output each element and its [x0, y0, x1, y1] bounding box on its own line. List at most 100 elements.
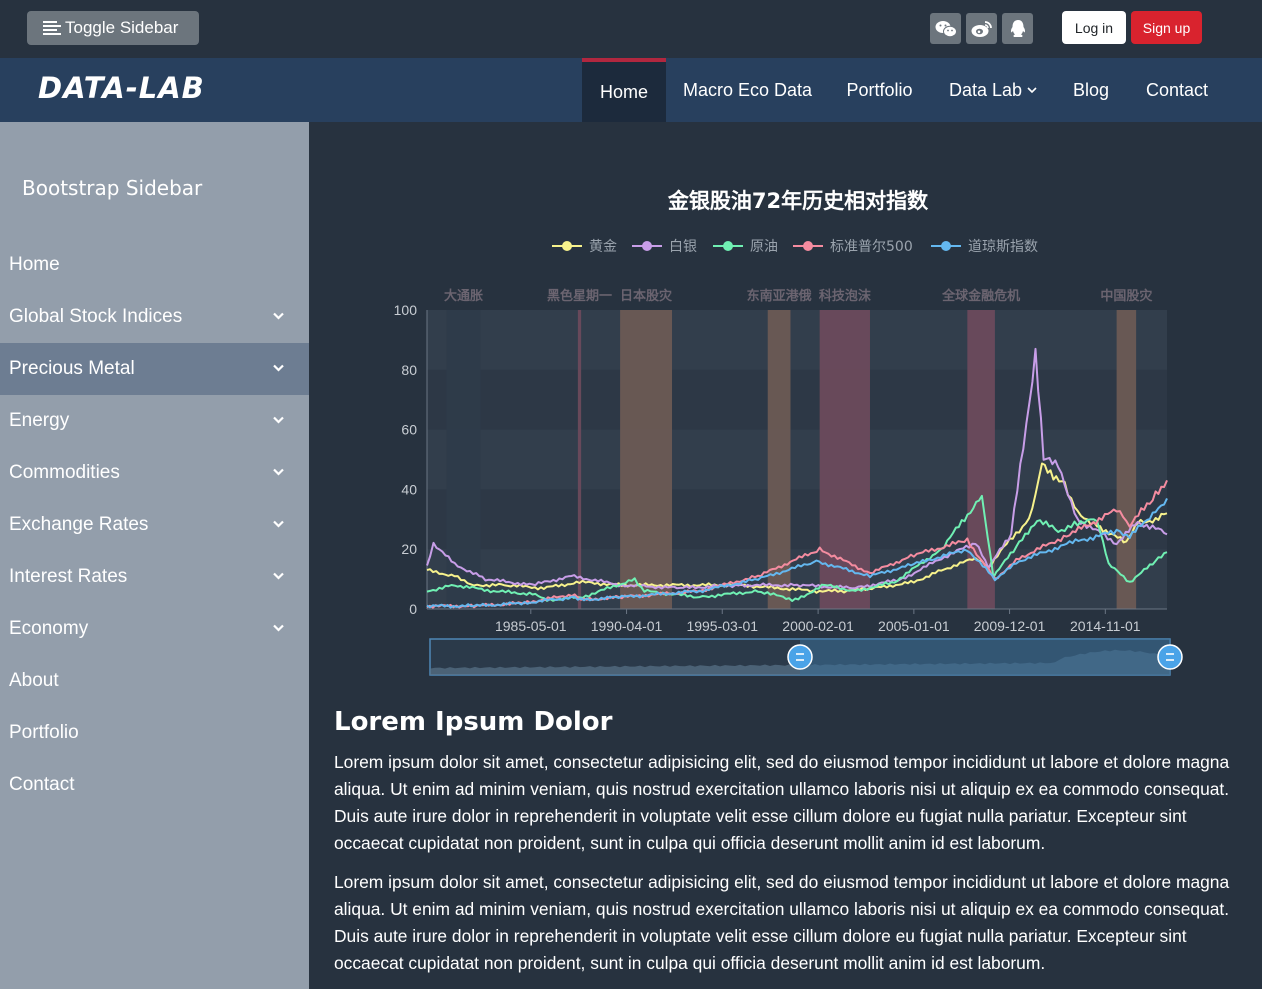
sidebar-item-commodities[interactable]: Commodities	[0, 447, 309, 499]
main-navbar: DATA-LAB Home Macro Eco Data Portfolio D…	[0, 58, 1262, 122]
zoom-selection	[800, 639, 1170, 675]
chevron-down-icon	[273, 364, 284, 372]
legend-label: 标准普尔500	[830, 239, 913, 255]
sidebar-item-label: Global Stock Indices	[9, 306, 183, 327]
plot-band	[427, 429, 1167, 490]
menu-icon	[43, 20, 61, 36]
x-tick-label: 2014-11-01	[1070, 618, 1141, 634]
y-tick-label: 0	[409, 601, 417, 617]
event-label: 黑色星期一	[547, 288, 612, 304]
weibo-button[interactable]	[966, 13, 997, 44]
zoom-handle-right[interactable]	[1157, 644, 1183, 670]
chevron-down-icon	[273, 312, 284, 320]
chevron-down-icon	[273, 468, 284, 476]
y-tick-label: 20	[401, 541, 417, 557]
chevron-down-icon	[273, 572, 284, 580]
legend-item: 标准普尔500	[793, 239, 913, 255]
event-label: 全球金融危机	[941, 288, 1020, 304]
chevron-down-icon	[273, 624, 284, 632]
sidebar-title: Bootstrap Sidebar	[22, 176, 203, 200]
event-label: 大通胀	[444, 288, 483, 304]
handle-knob	[1157, 644, 1183, 670]
sidebar: Bootstrap Sidebar Home Global Stock Indic…	[0, 122, 309, 989]
content-title: Lorem Ipsum Dolor	[334, 707, 613, 737]
legend-marker	[803, 241, 813, 251]
nav-macro-eco-data[interactable]: Macro Eco Data	[669, 58, 826, 122]
event-label: 中国股灾	[1100, 288, 1153, 304]
sidebar-item-label: Energy	[9, 410, 70, 431]
legend-label: 原油	[750, 239, 778, 255]
y-tick-label: 80	[401, 362, 417, 378]
chevron-down-icon	[273, 416, 284, 424]
handle-knob	[787, 644, 813, 670]
sidebar-item-energy[interactable]: Energy	[0, 395, 309, 447]
chart-title: 金银股油72年历史相对指数	[667, 189, 929, 213]
legend-label: 道琼斯指数	[968, 239, 1038, 255]
content-paragraph-1: Lorem ipsum dolor sit amet, consectetur …	[334, 752, 1230, 853]
event-label: 科技泡沫	[819, 288, 872, 304]
site-logo[interactable]: DATA-LAB	[38, 71, 205, 105]
x-tick-label: 2000-02-01	[782, 618, 854, 634]
nav-contact[interactable]: Contact	[1133, 58, 1221, 122]
legend-item: 原油	[713, 239, 778, 255]
sidebar-item-label: Portfolio	[9, 722, 79, 743]
sidebar-item-label: Home	[9, 254, 60, 275]
legend-item: 白银	[632, 239, 697, 255]
legend-item: 黄金	[552, 238, 617, 255]
content-paragraph-2: Lorem ipsum dolor sit amet, consectetur …	[334, 872, 1230, 973]
sidebar-item-contact[interactable]: Contact	[0, 759, 309, 811]
x-tick-label: 1990-04-01	[591, 618, 663, 634]
sidebar-item-label: Commodities	[9, 462, 120, 483]
wechat-button[interactable]	[930, 13, 961, 44]
chevron-down-icon	[1027, 86, 1037, 93]
weibo-icon	[971, 20, 992, 37]
x-tick-label: 1995-03-01	[686, 618, 758, 634]
chart: 金银股油72年历史相对指数黄金 白银 原油 标准普尔500 道琼斯指数大通胀 黑色星期一日…	[394, 189, 1183, 676]
sidebar-item-economy[interactable]: Economy	[0, 603, 309, 655]
qq-icon	[1010, 19, 1025, 37]
legend-marker	[941, 241, 951, 251]
legend-marker	[562, 241, 572, 251]
sidebar-item-precious-metal[interactable]: Precious Metal	[0, 343, 309, 395]
sidebar-item-label: Interest Rates	[9, 566, 128, 587]
toggle-sidebar-label: Toggle Sidebar	[65, 18, 179, 37]
sidebar-item-label: Contact	[9, 774, 75, 795]
legend-label: 黄金	[589, 238, 617, 255]
y-tick-label: 100	[394, 302, 418, 318]
sidebar-item-label: Precious Metal	[9, 358, 135, 379]
sidebar-item-portfolio[interactable]: Portfolio	[0, 707, 309, 759]
event-band	[620, 310, 673, 609]
wechat-icon	[935, 20, 957, 37]
data-zoom-slider[interactable]	[429, 638, 1183, 676]
qq-button[interactable]	[1002, 13, 1033, 44]
login-button[interactable]: Log in	[1062, 11, 1126, 44]
sidebar-item-exchange-rates[interactable]: Exchange Rates	[0, 499, 309, 551]
nav-blog[interactable]: Blog	[1060, 58, 1122, 122]
y-tick-label: 40	[401, 481, 417, 497]
nav-portfolio[interactable]: Portfolio	[833, 58, 926, 122]
x-tick-label: 2005-01-01	[878, 618, 950, 634]
sidebar-item-global-stock-indices[interactable]: Global Stock Indices	[0, 291, 309, 343]
zoom-handle-left[interactable]	[787, 644, 813, 670]
event-label: 日本股灾	[620, 288, 673, 304]
sidebar-item-label: Economy	[9, 618, 89, 639]
sidebar-item-label: About	[9, 670, 59, 691]
x-tick-label: 1985-05-01	[495, 618, 567, 634]
top-bar: Toggle Sidebar Log in Sign up	[0, 0, 1262, 58]
event-band	[1116, 310, 1137, 609]
sidebar-item-about[interactable]: About	[0, 655, 309, 707]
legend-label: 白银	[669, 239, 697, 255]
signup-button[interactable]: Sign up	[1131, 11, 1202, 44]
nav-data-lab-label: Data Lab	[948, 79, 1023, 100]
y-tick-label: 60	[401, 422, 417, 438]
toggle-sidebar-button[interactable]: Toggle Sidebar	[27, 11, 199, 45]
nav-home[interactable]: Home	[582, 58, 666, 122]
sidebar-item-interest-rates[interactable]: Interest Rates	[0, 551, 309, 603]
legend-marker	[723, 241, 733, 251]
legend-marker	[642, 241, 652, 251]
sidebar-item-label: Exchange Rates	[9, 514, 149, 535]
event-band	[446, 310, 481, 609]
sidebar-item-home[interactable]: Home	[0, 239, 309, 291]
event-label: 东南亚港俄	[747, 288, 812, 304]
nav-data-lab[interactable]: Data Lab	[936, 58, 1050, 122]
